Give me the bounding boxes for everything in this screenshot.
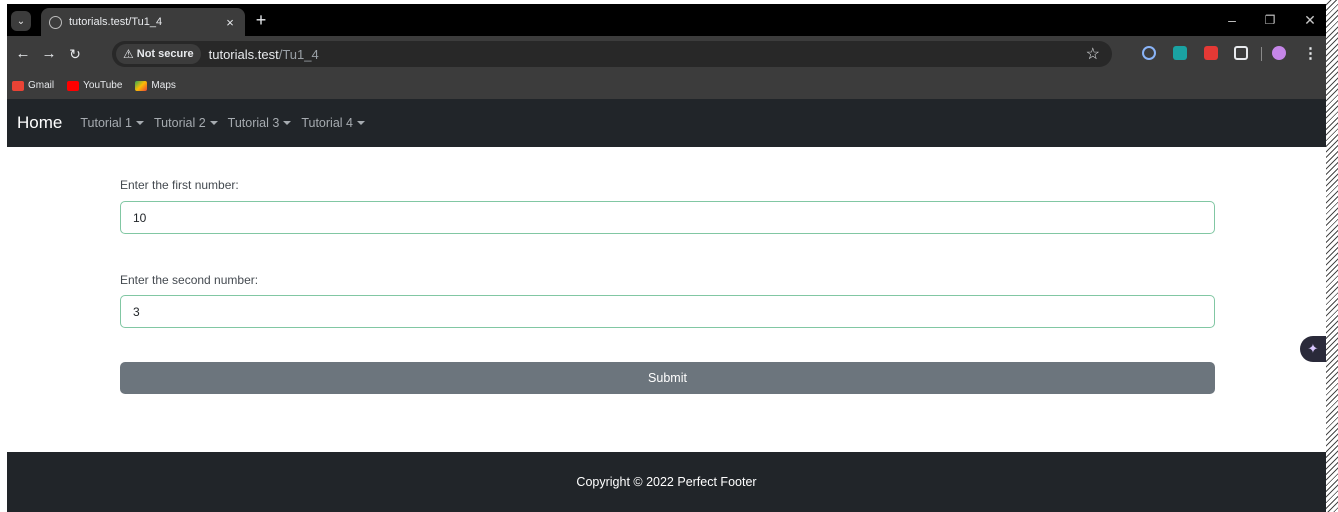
nav-dropdown-tutorial-4[interactable]: Tutorial 4	[301, 116, 365, 130]
page-footer: Copyright © 2022 Perfect Footer	[7, 452, 1326, 512]
bookmark-label: YouTube	[83, 80, 123, 91]
nav-dropdown-tutorial-3[interactable]: Tutorial 3	[228, 116, 292, 130]
url-host: tutorials.test	[208, 46, 279, 62]
extension-icon[interactable]	[1204, 46, 1218, 60]
sparkle-icon[interactable]: ✦	[1300, 336, 1326, 362]
chevron-down-icon: ⌄	[16, 15, 26, 27]
tab-title: tutorials.test/Tu1_4	[69, 16, 163, 28]
security-chip[interactable]: ⚠ Not secure	[116, 44, 201, 64]
globe-icon	[49, 15, 62, 29]
nav-dropdown-tutorial-2[interactable]: Tutorial 2	[154, 116, 218, 130]
nav-item-label: Tutorial 2	[154, 116, 206, 130]
url-text: tutorials.test/Tu1_4	[209, 47, 319, 62]
url-path: /Tu1_4	[278, 46, 319, 62]
browser-tab[interactable]: tutorials.test/Tu1_4 ×	[41, 8, 245, 36]
extension-icon[interactable]	[1142, 46, 1156, 60]
site-navbar: Home Tutorial 1 Tutorial 2 Tutorial 3 Tu…	[7, 99, 1326, 147]
tab-close-icon[interactable]: ×	[223, 15, 237, 30]
first-number-input[interactable]: 10	[120, 201, 1215, 234]
home-link[interactable]: Home	[17, 113, 62, 133]
bookmark-label: Maps	[151, 80, 176, 91]
warning-icon: ⚠	[123, 47, 134, 61]
browser-toolbar: ← → ↻ ⚠ Not secure tutorials.test/Tu1_4 …	[7, 36, 1326, 72]
caret-down-icon	[356, 121, 365, 125]
security-label: Not secure	[136, 48, 194, 60]
bookmark-star-icon[interactable]: ☆	[1086, 44, 1100, 64]
restore-icon[interactable]: ❐	[1260, 10, 1280, 30]
bookmark-label: Gmail	[28, 80, 55, 91]
puzzle-icon[interactable]	[1234, 46, 1248, 60]
close-window-icon[interactable]: ✕	[1300, 10, 1320, 30]
menu-icon[interactable]: ⋮	[1303, 44, 1318, 62]
minimize-icon[interactable]: –	[1222, 10, 1242, 30]
tab-search-button[interactable]: ⌄	[11, 11, 31, 31]
gmail-icon	[12, 80, 24, 91]
bookmark-youtube[interactable]: YouTube	[67, 80, 122, 91]
maps-icon	[135, 80, 148, 91]
first-number-label: Enter the first number:	[120, 178, 239, 192]
footer-copyright: Copyright © 2022 Perfect Footer	[576, 475, 757, 489]
nav-dropdown-tutorial-1[interactable]: Tutorial 1	[80, 116, 145, 130]
submit-button[interactable]: Submit	[120, 362, 1215, 394]
new-tab-button[interactable]: +	[251, 10, 271, 30]
browser-window: ⌄ tutorials.test/Tu1_4 × + – ❐ ✕ ← → ↻ ⚠…	[7, 4, 1326, 512]
bookmark-gmail[interactable]: Gmail	[12, 80, 54, 91]
page-content: Enter the first number: 10 Enter the sec…	[7, 159, 1326, 452]
nav-item-label: Tutorial 3	[227, 116, 280, 130]
back-icon[interactable]: ←	[13, 44, 33, 64]
caret-down-icon	[136, 121, 145, 125]
toolbar-divider	[1261, 47, 1262, 61]
bookmark-maps[interactable]: Maps	[135, 80, 176, 91]
tab-strip: ⌄ tutorials.test/Tu1_4 × + – ❐ ✕	[7, 4, 1326, 36]
reload-icon[interactable]: ↻	[65, 44, 85, 64]
forward-icon[interactable]: →	[39, 44, 59, 64]
youtube-icon	[67, 80, 80, 91]
striped-edge	[1326, 0, 1338, 512]
profile-avatar-icon[interactable]	[1272, 46, 1286, 60]
extension-icon[interactable]	[1173, 46, 1187, 60]
address-bar[interactable]: ⚠ Not secure tutorials.test/Tu1_4 ☆	[112, 41, 1112, 67]
nav-item-label: Tutorial 4	[301, 116, 353, 130]
caret-down-icon	[283, 121, 292, 125]
second-number-label: Enter the second number:	[120, 273, 259, 287]
nav-item-label: Tutorial 1	[80, 116, 133, 130]
caret-down-icon	[209, 121, 218, 125]
bookmarks-bar: Gmail YouTube Maps	[7, 72, 1326, 99]
second-number-input[interactable]: 3	[120, 295, 1215, 328]
